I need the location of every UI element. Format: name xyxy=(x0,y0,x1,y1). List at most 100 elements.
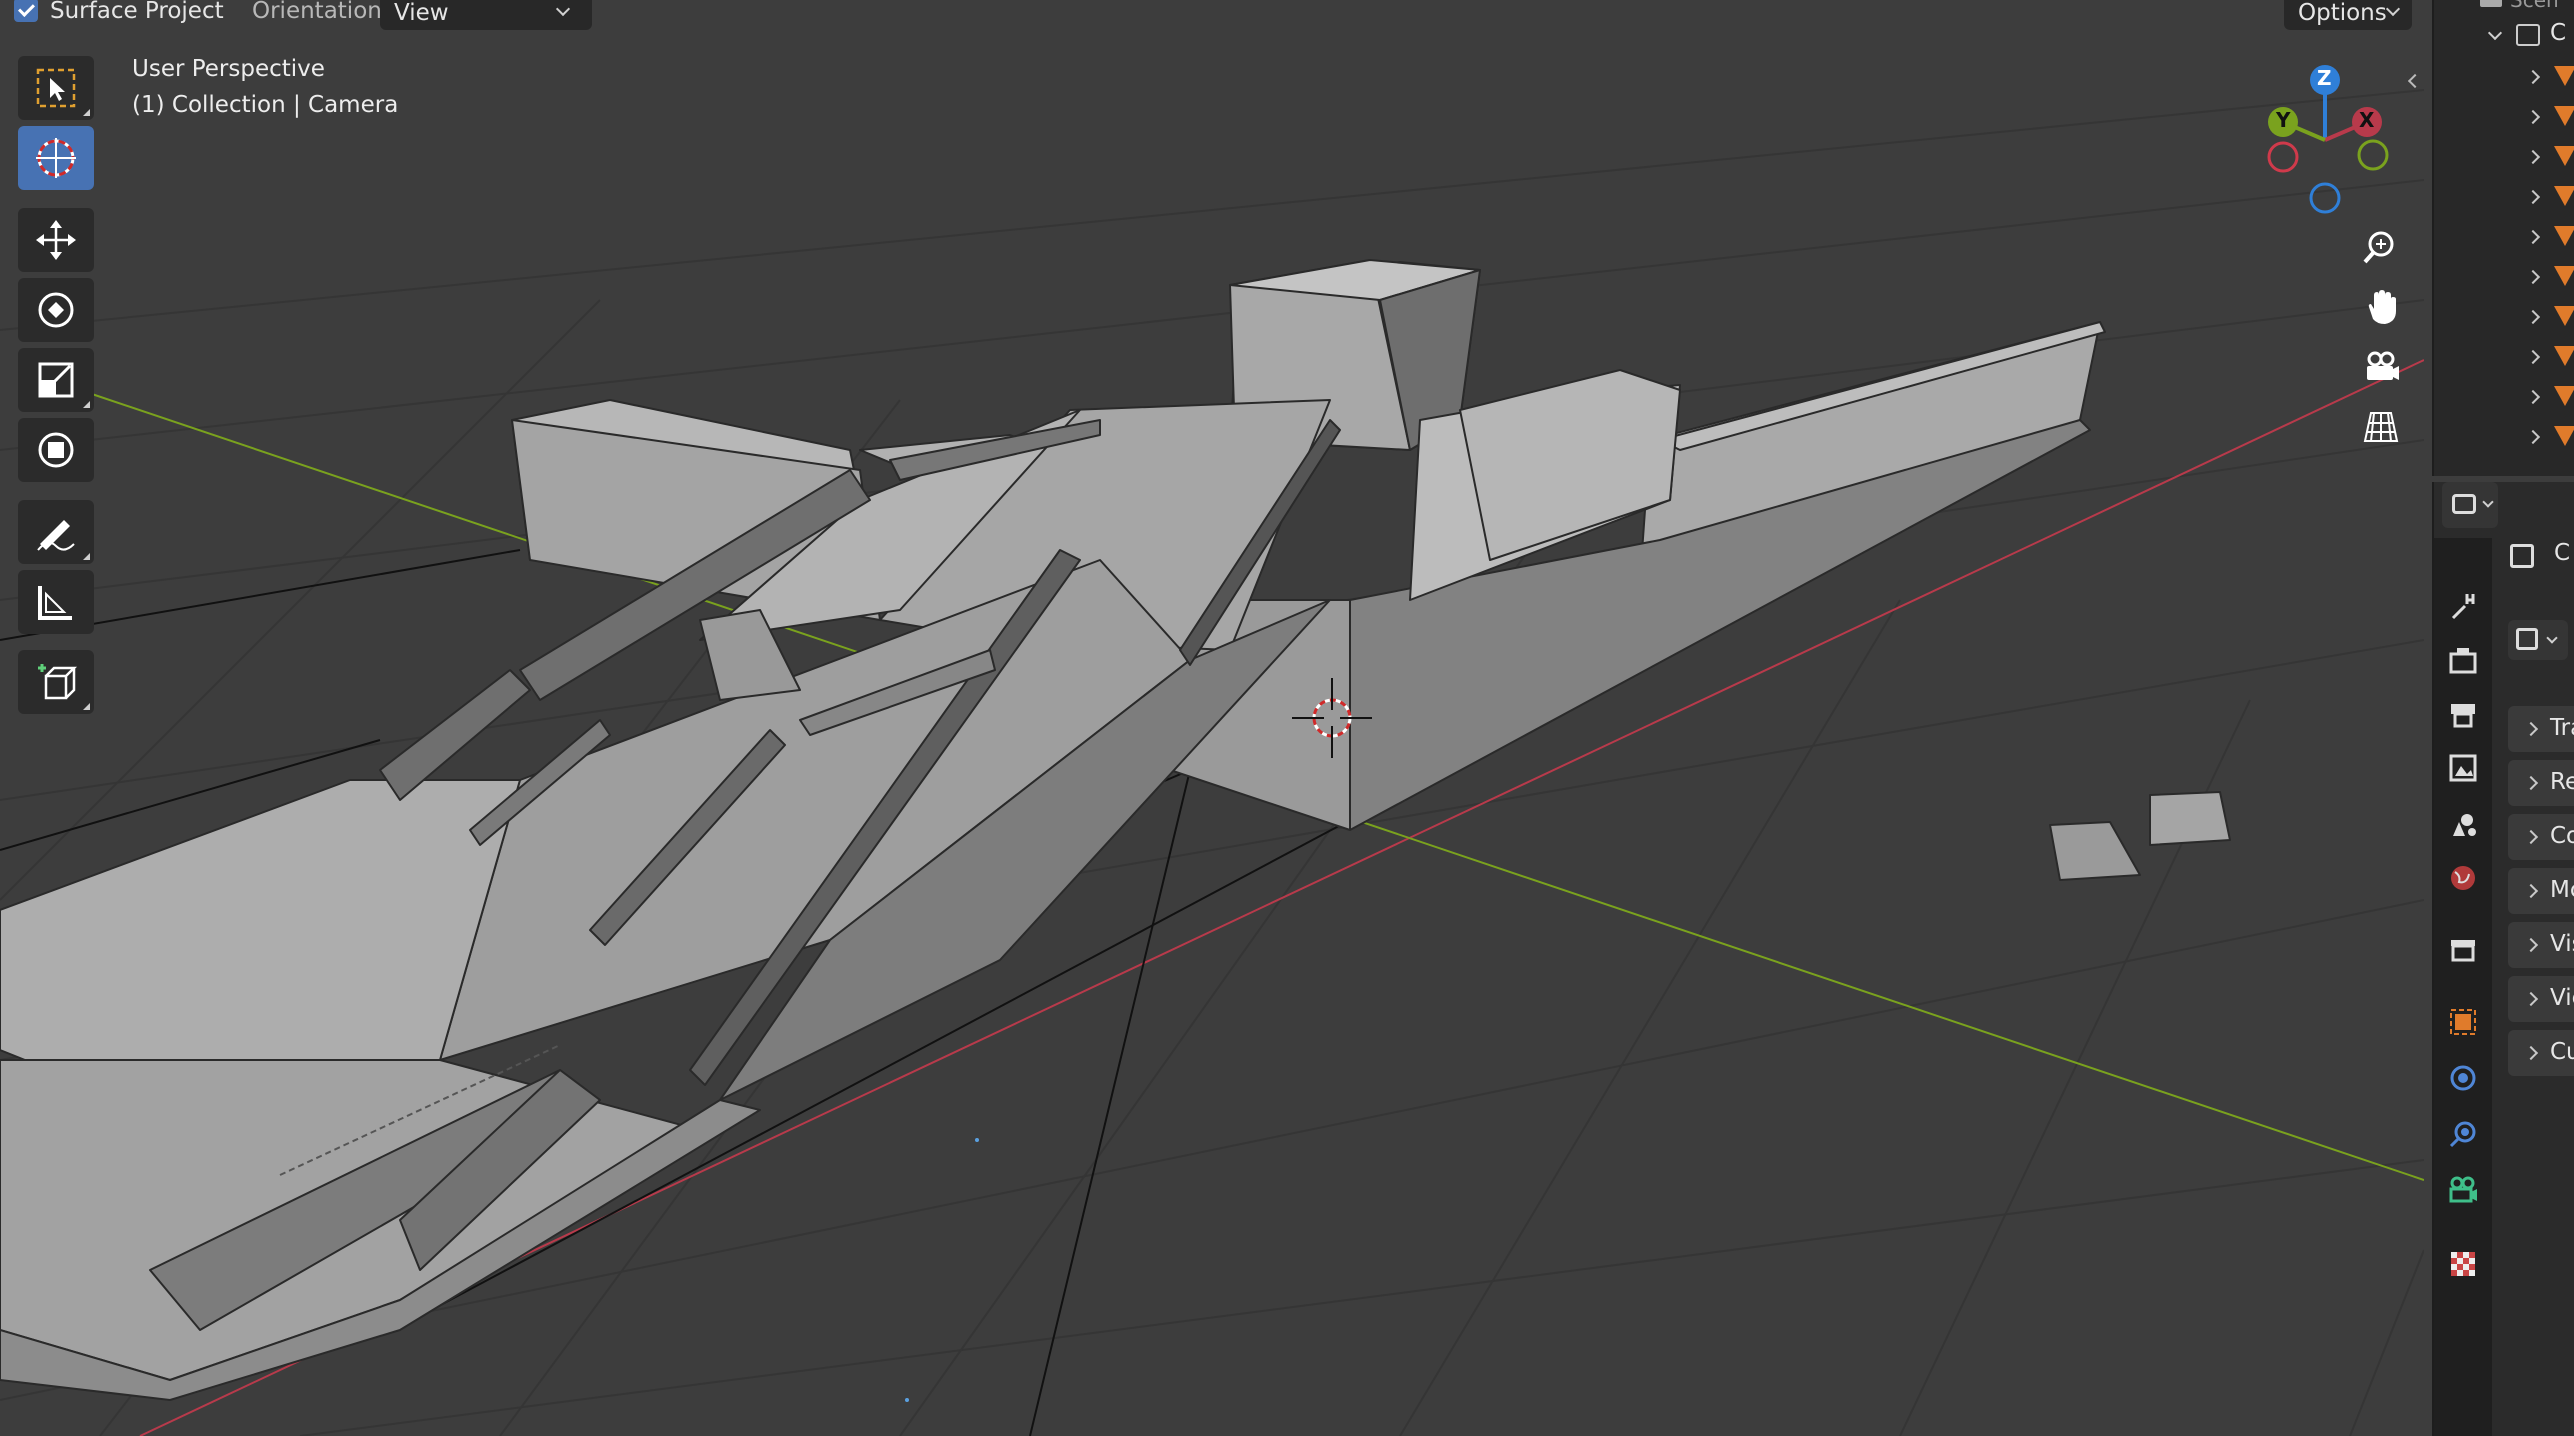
gizmo-y-label: Y xyxy=(2276,108,2291,132)
collection-tab-icon[interactable] xyxy=(2447,934,2479,966)
editor-type-icon xyxy=(2452,494,2476,514)
outliner-object-row[interactable] xyxy=(2434,258,2574,298)
tool-options-indicator xyxy=(83,703,90,710)
scene-icon xyxy=(2480,0,2502,7)
chevron-right-icon xyxy=(2525,349,2541,365)
rotate-tool[interactable] xyxy=(18,278,94,342)
zoom-button[interactable] xyxy=(2354,220,2408,274)
outliner-object-row[interactable] xyxy=(2434,418,2574,458)
chevron-right-icon xyxy=(2523,883,2539,899)
object-type-icon xyxy=(2516,628,2538,650)
annotate-pencil-icon xyxy=(37,520,75,551)
chevron-down-icon xyxy=(2482,496,2494,508)
properties-editor-type-button[interactable] xyxy=(2442,482,2498,528)
select-box-icon xyxy=(36,68,76,108)
texture-tab-icon[interactable] xyxy=(2447,1248,2479,1280)
annotate-tool[interactable] xyxy=(18,500,94,564)
transform-tool[interactable] xyxy=(18,418,94,482)
scene-canvas[interactable] xyxy=(0,0,2424,1436)
properties-panel: C Tra Re Co Mc Vis Vie Cu xyxy=(2432,482,2574,1436)
header-bar: Surface Project Orientation: View xyxy=(0,0,600,34)
pan-button[interactable] xyxy=(2354,280,2408,334)
perspective-toggle-button[interactable] xyxy=(2354,400,2408,454)
move-tool[interactable] xyxy=(18,208,94,272)
chevron-down-icon xyxy=(2546,632,2558,644)
scale-tool[interactable] xyxy=(18,348,94,412)
properties-section-header[interactable]: Vie xyxy=(2508,976,2574,1022)
properties-header-text: C xyxy=(2554,540,2571,566)
camera-view-button[interactable] xyxy=(2354,340,2408,394)
measure-tool[interactable] xyxy=(18,570,94,634)
options-button[interactable]: Options xyxy=(2284,0,2412,30)
chevron-right-icon xyxy=(2523,991,2539,1007)
orientation-value: View xyxy=(394,0,449,26)
collection-info: (1) Collection | Camera xyxy=(132,92,399,118)
outliner-scene-label: Scen xyxy=(2510,0,2559,12)
section-label: Vis xyxy=(2550,931,2574,957)
chevron-right-icon xyxy=(2525,269,2541,285)
options-label: Options xyxy=(2298,0,2387,26)
physics-tab-icon[interactable] xyxy=(2447,1118,2479,1150)
properties-section-header[interactable]: Co xyxy=(2508,814,2574,860)
chevron-right-icon xyxy=(2525,429,2541,445)
outliner-object-row[interactable] xyxy=(2434,58,2574,98)
mesh-object-icon xyxy=(2554,306,2574,326)
properties-section-header[interactable]: Cu xyxy=(2508,1030,2574,1076)
cursor-tool[interactable] xyxy=(18,126,94,190)
tool-tab-icon[interactable] xyxy=(2447,590,2479,622)
outliner-panel: Scen C xyxy=(2432,0,2574,476)
outliner-object-row[interactable] xyxy=(2434,338,2574,378)
outliner-object-row[interactable] xyxy=(2434,138,2574,178)
output-tab-icon[interactable] xyxy=(2447,698,2479,730)
scene-tab-icon[interactable] xyxy=(2447,808,2479,840)
outliner-scene-row[interactable]: Scen xyxy=(2480,0,2559,12)
object-data-camera-tab-icon[interactable] xyxy=(2447,1174,2479,1206)
chevron-right-icon xyxy=(2525,69,2541,85)
mesh-object-icon xyxy=(2554,186,2574,206)
chevron-right-icon xyxy=(2525,229,2541,245)
outliner-object-row[interactable] xyxy=(2434,298,2574,338)
surface-project-checkbox[interactable] xyxy=(14,0,38,22)
3d-cursor-icon xyxy=(36,138,76,178)
section-label: Re xyxy=(2550,769,2574,795)
outliner-collection-row[interactable]: C xyxy=(2434,18,2574,58)
surface-project-label[interactable]: Surface Project xyxy=(50,0,224,24)
add-cube-icon xyxy=(38,664,78,700)
orientation-label: Orientation: xyxy=(252,0,390,24)
properties-section-header[interactable]: Vis xyxy=(2508,922,2574,968)
collection-label: C xyxy=(2550,20,2567,46)
camera-icon xyxy=(2367,351,2399,380)
properties-section-header[interactable]: Tra xyxy=(2508,706,2574,752)
view-layer-tab-icon[interactable] xyxy=(2447,752,2479,784)
outliner-object-row[interactable] xyxy=(2434,218,2574,258)
object-tab-icon[interactable] xyxy=(2447,1006,2479,1038)
mesh-object-icon xyxy=(2554,146,2574,166)
zoom-icon xyxy=(2363,231,2394,264)
outliner-object-row[interactable] xyxy=(2434,98,2574,138)
section-label: Co xyxy=(2550,823,2574,849)
select-box-tool[interactable] xyxy=(18,56,94,120)
outliner-object-row[interactable] xyxy=(2434,378,2574,418)
modifiers-tab-icon[interactable] xyxy=(2447,1062,2479,1094)
properties-section-header[interactable]: Mc xyxy=(2508,868,2574,914)
tool-options-indicator xyxy=(83,401,90,408)
outliner-object-row[interactable] xyxy=(2434,178,2574,218)
gizmo-x-label: X xyxy=(2359,108,2375,132)
chevron-right-icon xyxy=(2523,775,2539,791)
chevron-right-icon xyxy=(2523,937,2539,953)
chevron-down-icon xyxy=(2385,1,2401,17)
chevron-right-icon xyxy=(2525,189,2541,205)
render-tab-icon[interactable] xyxy=(2447,644,2479,676)
chevron-down-icon xyxy=(2487,25,2503,41)
view-name: User Perspective xyxy=(132,56,325,82)
chevron-right-icon xyxy=(2525,389,2541,405)
properties-tab-bar xyxy=(2434,538,2492,1436)
world-tab-icon[interactable] xyxy=(2447,862,2479,894)
object-type-dropdown[interactable] xyxy=(2508,620,2568,660)
orientation-dropdown[interactable]: View xyxy=(380,0,592,30)
add-cube-tool[interactable] xyxy=(18,650,94,714)
mesh-object-icon xyxy=(2554,426,2574,446)
3d-viewport[interactable]: Z X Y Surface Project Orientation: View … xyxy=(0,0,2424,1436)
chevron-right-icon xyxy=(2523,1045,2539,1061)
properties-section-header[interactable]: Re xyxy=(2508,760,2574,806)
